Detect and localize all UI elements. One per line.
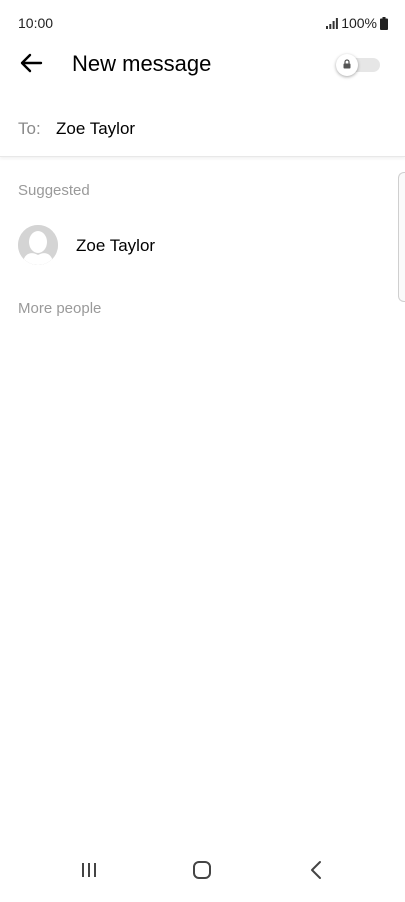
recents-icon — [80, 861, 98, 884]
app-bar: New message — [0, 40, 405, 90]
more-people-header: More people — [18, 300, 102, 317]
nav-back-button[interactable] — [296, 854, 336, 890]
navigation-bar — [0, 846, 405, 902]
edge-panel-handle[interactable] — [398, 172, 405, 302]
avatar-placeholder-icon — [18, 225, 58, 265]
back-icon — [309, 860, 323, 885]
contact-row[interactable]: Zoe Taylor — [0, 220, 405, 274]
recipient-input-value[interactable]: Zoe Taylor — [56, 119, 135, 139]
status-time: 10:00 — [18, 15, 54, 31]
signal-icon — [326, 17, 339, 29]
battery-icon — [380, 16, 388, 30]
recipient-field[interactable]: To: Zoe Taylor — [0, 104, 405, 157]
suggested-header: Suggested — [18, 182, 90, 199]
back-button[interactable] — [16, 52, 46, 78]
back-arrow-icon — [19, 53, 43, 78]
home-icon — [192, 860, 212, 885]
home-button[interactable] — [182, 854, 222, 890]
toggle-knob — [336, 54, 358, 76]
recents-button[interactable] — [69, 854, 109, 890]
to-label: To: — [18, 119, 41, 138]
lock-icon — [343, 56, 351, 74]
secret-conversation-toggle[interactable] — [336, 54, 382, 76]
contact-name: Zoe Taylor — [76, 236, 156, 255]
status-indicators: 100% — [326, 15, 388, 31]
battery-percentage: 100% — [341, 15, 377, 31]
page-title: New message — [72, 51, 212, 76]
